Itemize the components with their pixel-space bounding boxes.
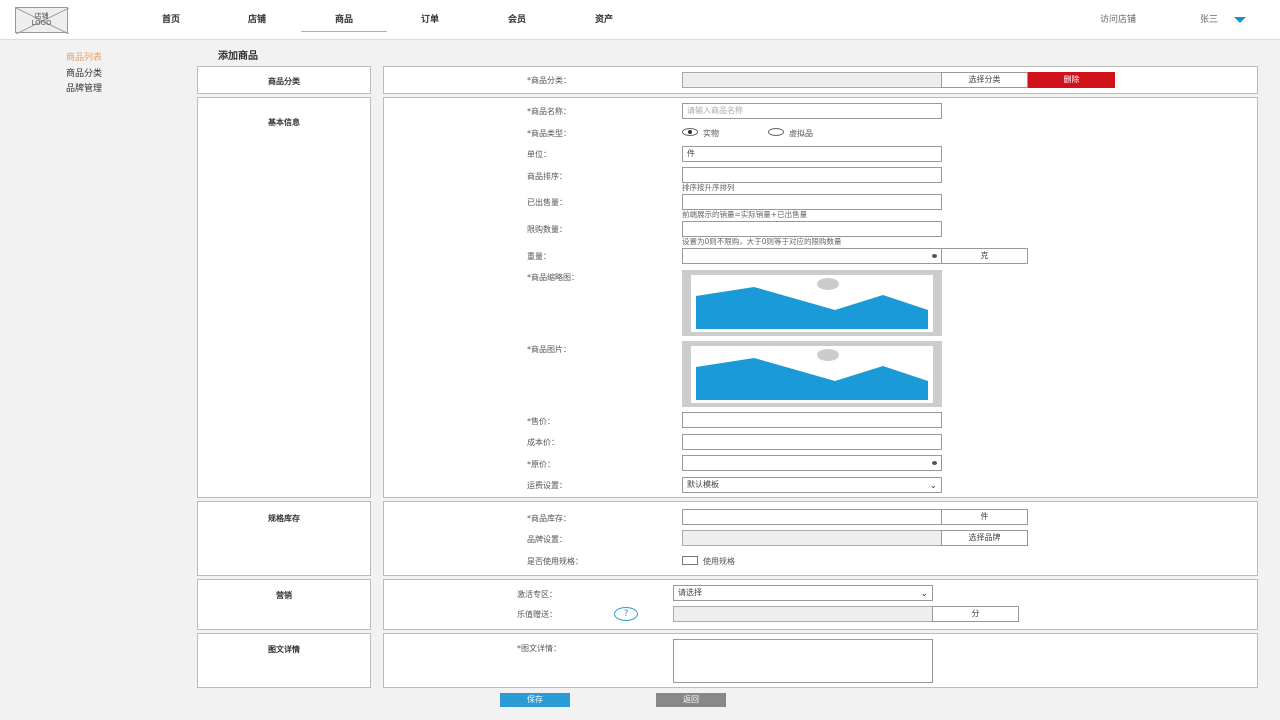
visit-store-link[interactable]: 访问店铺 — [1100, 0, 1136, 40]
detail-section-title: 图文详情 — [268, 645, 300, 654]
sort-hint: 排序按升序排列 — [682, 183, 735, 192]
price-label: *售价： — [527, 417, 555, 426]
basic-info-section-title: 基本信息 — [268, 118, 300, 127]
chevron-down-icon: ⌄ — [920, 589, 928, 599]
category-section-title: 商品分类 — [268, 77, 300, 86]
thumbnail-label: *商品缩略图： — [527, 273, 579, 282]
spec-section-label: 规格库存 — [197, 501, 371, 576]
limit-input[interactable] — [682, 221, 942, 237]
zone-label: 激活专区： — [517, 590, 557, 599]
original-price-label: *原价： — [527, 460, 555, 469]
zone-select[interactable]: 请选择 ⌄ — [673, 585, 933, 601]
nav-orders[interactable]: 订单 — [387, 0, 473, 40]
stock-label: *商品库存： — [527, 514, 571, 523]
select-category-button[interactable]: 选择分类 — [941, 72, 1028, 88]
stepper-icon — [932, 461, 937, 465]
unit-label: 单位： — [527, 150, 551, 159]
limit-label: 限购数量： — [527, 225, 567, 234]
product-name-input[interactable]: 请输入商品名称 — [682, 103, 942, 119]
use-spec-checkbox[interactable] — [682, 556, 698, 565]
sidebar-item-brand-management[interactable]: 品牌管理 — [66, 81, 102, 94]
nav-products[interactable]: 商品 — [301, 0, 387, 40]
back-button[interactable]: 返回 — [656, 693, 726, 707]
product-image-label: *商品图片： — [527, 345, 571, 354]
nav-store[interactable]: 店铺 — [214, 0, 300, 40]
sidebar-item-product-category[interactable]: 商品分类 — [66, 66, 102, 79]
type-virtual-label: 虚拟品 — [789, 129, 813, 138]
weight-input[interactable] — [682, 248, 942, 264]
user-name[interactable]: 张三 — [1200, 0, 1218, 40]
detail-textarea[interactable] — [673, 639, 933, 683]
nav-members[interactable]: 会员 — [474, 0, 560, 40]
sort-label: 商品排序： — [527, 172, 567, 181]
chevron-down-icon: ⌄ — [929, 481, 937, 491]
store-logo[interactable]: 店铺 LOGO — [15, 7, 69, 34]
marketing-section-title: 营销 — [276, 591, 292, 600]
gift-input[interactable] — [673, 606, 933, 622]
type-virtual-radio[interactable] — [768, 128, 784, 136]
stock-unit: 件 — [941, 509, 1028, 525]
use-spec-checkbox-label: 使用规格 — [703, 557, 735, 566]
delete-button[interactable]: 删除 — [1028, 72, 1115, 88]
shipping-select[interactable]: 默认模板 ⌄ — [682, 477, 942, 493]
category-label: *商品分类： — [527, 76, 571, 85]
price-input[interactable] — [682, 412, 942, 428]
brand-field[interactable] — [682, 530, 942, 546]
logo-text-line2: LOGO — [31, 19, 52, 27]
weight-label: 重量： — [527, 252, 551, 261]
category-field[interactable] — [682, 72, 942, 88]
product-type-label: *商品类型： — [527, 129, 571, 138]
type-physical-label: 实物 — [703, 129, 719, 138]
weight-unit: 克 — [941, 248, 1028, 264]
unit-value: 件 — [687, 149, 695, 158]
sort-input[interactable] — [682, 167, 942, 183]
category-section-label: 商品分类 — [197, 66, 371, 94]
product-name-label: *商品名称： — [527, 107, 571, 116]
unit-input[interactable]: 件 — [682, 146, 942, 162]
nav-home[interactable]: 首页 — [128, 0, 214, 40]
use-spec-label: 是否使用规格： — [527, 557, 583, 566]
stock-input[interactable] — [682, 509, 942, 525]
marketing-section-label: 营销 — [197, 579, 371, 630]
cost-input[interactable] — [682, 434, 942, 450]
sold-label: 已出售量： — [527, 198, 567, 207]
original-price-input[interactable] — [682, 455, 942, 471]
image-placeholder-icon — [691, 346, 933, 403]
gift-unit: 分 — [932, 606, 1019, 622]
save-button[interactable]: 保存 — [500, 693, 570, 707]
nav-assets[interactable]: 资产 — [561, 0, 647, 40]
type-physical-radio[interactable] — [682, 128, 698, 136]
select-brand-button[interactable]: 选择品牌 — [941, 530, 1028, 546]
image-placeholder-icon — [691, 275, 933, 332]
shipping-value: 默认模板 — [687, 480, 719, 489]
gift-label: 乐值赠送： — [517, 610, 557, 619]
brand-label: 品牌设置： — [527, 535, 567, 544]
top-navigation-bar: 店铺 LOGO 首页 店铺 商品 订单 会员 资产 访问店铺 张三 — [0, 0, 1280, 40]
sold-input[interactable] — [682, 194, 942, 210]
help-icon[interactable]: ? — [614, 607, 638, 621]
stepper-icon — [932, 254, 937, 258]
sidebar-item-product-list[interactable]: 商品列表 — [66, 50, 102, 63]
logo-text: 店铺 LOGO — [16, 13, 67, 27]
page-title: 添加商品 — [218, 51, 258, 62]
basic-info-section-label: 基本信息 — [197, 97, 371, 498]
detail-label: *图文详情： — [517, 644, 561, 653]
thumbnail-upload[interactable] — [682, 270, 942, 336]
spec-section-title: 规格库存 — [268, 514, 300, 523]
sold-hint: 前端展示的销量=实际销量+已出售量 — [682, 210, 808, 219]
detail-section-label: 图文详情 — [197, 633, 371, 688]
limit-hint: 设置为0则不限购，大于0则等于对应的限购数量 — [682, 237, 842, 246]
product-image-upload[interactable] — [682, 341, 942, 407]
zone-value: 请选择 — [678, 588, 702, 597]
shipping-label: 运费设置： — [527, 481, 567, 490]
cost-label: 成本价： — [527, 438, 559, 447]
product-name-placeholder: 请输入商品名称 — [687, 106, 743, 115]
chevron-down-icon[interactable] — [1234, 17, 1246, 23]
